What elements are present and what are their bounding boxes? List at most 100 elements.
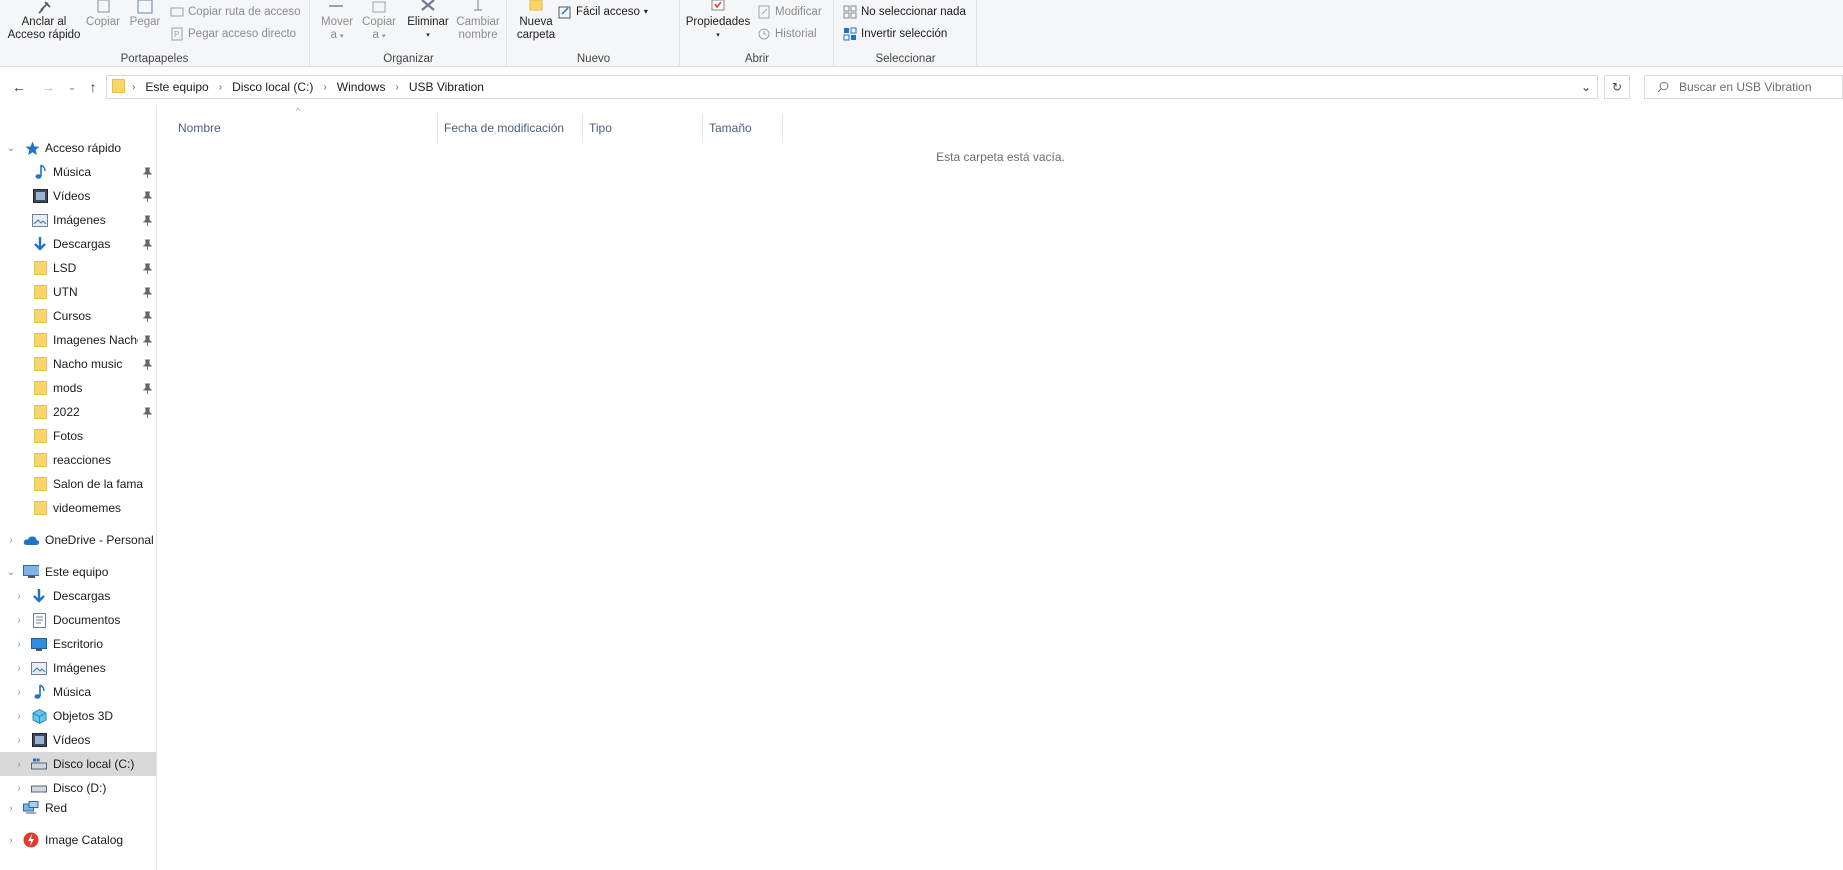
chevron-down-icon[interactable]: ⌄ (5, 566, 17, 578)
delete-button[interactable]: Eliminar ▾ (406, 0, 450, 42)
select-none-button[interactable]: No seleccionar nada (843, 2, 966, 22)
back-button[interactable]: ← (9, 77, 29, 97)
chevron-right-icon[interactable]: › (13, 614, 25, 626)
rename-button[interactable]: Cambiar nombre (453, 0, 503, 42)
paste-shortcut-button[interactable]: P Pegar acceso directo (170, 24, 296, 44)
nav-item-label: Vídeos (53, 733, 91, 747)
chevron-right-icon[interactable]: › (13, 782, 25, 794)
nav-quick-fotos[interactable]: Fotos (0, 424, 156, 448)
nav-pc-musica[interactable]: › Música (0, 680, 156, 704)
chevron-right-icon[interactable]: › (13, 734, 25, 746)
nav-quick-reacciones[interactable]: reacciones (0, 448, 156, 472)
chevron-right-icon[interactable]: › (13, 710, 25, 722)
copy-to-button[interactable]: Copiar a ▾ (359, 0, 399, 43)
nav-quick-mods[interactable]: mods (0, 376, 156, 400)
new-folder-button[interactable]: Nueva carpeta (512, 0, 560, 42)
nav-image-catalog[interactable]: › Image Catalog (0, 828, 156, 852)
pin-quick-access-button[interactable]: Anclar al Acceso rápido (4, 0, 84, 42)
chevron-right-icon[interactable]: › (388, 82, 405, 93)
image-icon (31, 660, 47, 676)
pin-icon (142, 238, 152, 250)
folder-icon (32, 476, 48, 492)
chevron-right-icon[interactable]: › (13, 758, 25, 770)
chevron-down-icon[interactable]: ⌄ (5, 142, 17, 154)
copy-path-button[interactable]: Copiar ruta de acceso (170, 2, 301, 22)
nav-quick-videos[interactable]: Vídeos (0, 184, 156, 208)
breadcrumb-usb-vibration[interactable]: USB Vibration (406, 80, 487, 94)
recent-locations-button[interactable]: ⌄ (62, 77, 82, 97)
chevron-right-icon[interactable]: › (5, 834, 17, 846)
nav-quick-lsd[interactable]: LSD (0, 256, 156, 280)
up-button[interactable]: ↑ (83, 77, 103, 97)
history-button[interactable]: Historial (757, 24, 817, 44)
download-icon (31, 588, 47, 604)
folder-icon (32, 356, 48, 372)
nav-item-label: reacciones (53, 453, 112, 467)
nav-network[interactable]: › Red (0, 796, 156, 820)
modify-button[interactable]: Modificar (757, 2, 822, 22)
nav-quick-salon-de-la-fama[interactable]: Salon de la fama (0, 472, 156, 496)
nav-quick-videomemes[interactable]: videomemes (0, 496, 156, 520)
nav-pc-descargas[interactable]: › Descargas (0, 584, 156, 608)
column-header-name[interactable]: Nombre (172, 113, 438, 142)
search-box[interactable] (1644, 75, 1843, 99)
chevron-right-icon[interactable]: › (13, 686, 25, 698)
properties-button[interactable]: Propiedades ▾ (685, 0, 751, 42)
chevron-right-icon[interactable]: › (13, 662, 25, 674)
nav-item-label: Escritorio (53, 637, 104, 651)
paste-button[interactable]: Pegar (126, 0, 164, 29)
nav-pc-disco-local-c[interactable]: › Disco local (C:) (0, 752, 156, 776)
chevron-right-icon[interactable]: › (316, 82, 333, 93)
paste-icon (137, 0, 153, 14)
nav-item-label: Disco local (C:) (53, 757, 135, 771)
chevron-down-icon: ▾ (382, 33, 386, 40)
nav-pc-documentos[interactable]: › Documentos (0, 608, 156, 632)
drive2-icon (31, 780, 47, 796)
nav-onedrive[interactable]: › OneDrive - Personal (0, 528, 156, 552)
nav-quick-descargas[interactable]: Descargas (0, 232, 156, 256)
nav-item-label: Imagenes Nacho (53, 333, 138, 347)
move-to-button[interactable]: Mover a ▾ (317, 0, 357, 43)
nav-pc-imagenes[interactable]: › Imágenes (0, 656, 156, 680)
nav-pc-objetos-3d[interactable]: › Objetos 3D (0, 704, 156, 728)
pin-icon (142, 262, 152, 274)
nav-this-pc[interactable]: ⌄ Este equipo (0, 560, 156, 584)
desktop-icon (31, 636, 47, 652)
breadcrumb-windows[interactable]: Windows (334, 80, 389, 94)
search-input[interactable] (1679, 80, 1839, 94)
chevron-right-icon[interactable]: › (13, 590, 25, 602)
drive-icon (31, 756, 47, 772)
nav-quick-imagenes-nacho[interactable]: Imagenes Nacho (0, 328, 156, 352)
nav-quick-access[interactable]: ⌄ Acceso rápido (0, 136, 156, 160)
invert-selection-button[interactable]: Invertir selección (843, 24, 947, 44)
column-header-date[interactable]: Fecha de modificación (438, 113, 583, 142)
nav-item-label: Objetos 3D (53, 709, 114, 723)
music-icon (31, 684, 47, 700)
chevron-right-icon[interactable]: › (5, 534, 17, 546)
copy-path-label: Copiar ruta de acceso (188, 6, 301, 18)
nav-quick-musica[interactable]: Música (0, 160, 156, 184)
column-header-type[interactable]: Tipo (583, 113, 703, 142)
chevron-right-icon[interactable]: › (5, 802, 17, 814)
nav-quick-utn[interactable]: UTN (0, 280, 156, 304)
pin-icon (142, 406, 152, 418)
nav-item-label: Nacho music (53, 357, 123, 371)
chevron-right-icon[interactable]: › (212, 82, 229, 93)
nav-pc-escritorio[interactable]: › Escritorio (0, 632, 156, 656)
breadcrumb-disco-local[interactable]: Disco local (C:) (229, 80, 316, 94)
easy-access-button[interactable]: Fácil acceso ▾ (558, 2, 648, 22)
nav-quick-2022[interactable]: 2022 (0, 400, 156, 424)
pc-icon (23, 564, 39, 580)
address-history-dropdown[interactable]: ⌄ (1575, 76, 1597, 98)
refresh-button[interactable]: ↻ (1604, 75, 1630, 99)
nav-quick-nacho-music[interactable]: Nacho music (0, 352, 156, 376)
copy-button[interactable]: Copiar (84, 0, 122, 29)
chevron-right-icon[interactable]: › (13, 638, 25, 650)
nav-quick-imagenes[interactable]: Imágenes (0, 208, 156, 232)
column-header-size[interactable]: Tamaño (703, 113, 783, 142)
nav-quick-cursos[interactable]: Cursos (0, 304, 156, 328)
forward-button[interactable]: → (38, 77, 58, 97)
address-bar[interactable]: › Este equipo › Disco local (C:) › Windo… (106, 75, 1598, 99)
nav-pc-videos[interactable]: › Vídeos (0, 728, 156, 752)
breadcrumb-este-equipo[interactable]: Este equipo (142, 80, 211, 94)
